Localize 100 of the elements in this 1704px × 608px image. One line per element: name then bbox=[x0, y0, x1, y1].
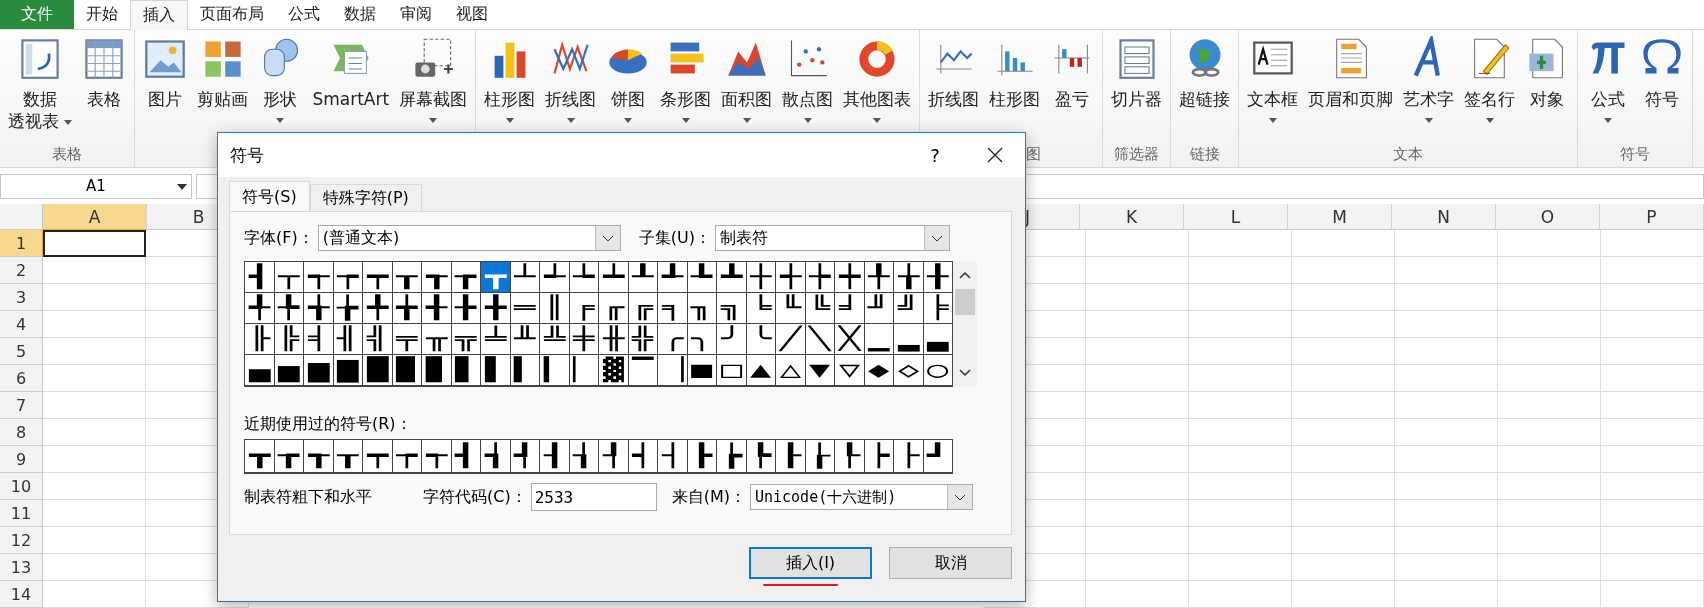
symbol-cell[interactable]: ╪ bbox=[569, 324, 599, 355]
file-menu-tab[interactable]: 文件 bbox=[0, 0, 74, 30]
symbol-cell[interactable]: ╁ bbox=[894, 262, 924, 293]
sheet-cell[interactable] bbox=[1292, 554, 1395, 581]
ribbon-button[interactable]: 其他图表 bbox=[838, 34, 917, 126]
scroll-thumb[interactable] bbox=[955, 289, 975, 315]
sheet-cell[interactable] bbox=[43, 500, 146, 527]
recent-symbol[interactable]: ┧ bbox=[569, 440, 599, 473]
sheet-cell[interactable] bbox=[1086, 230, 1189, 257]
recent-symbol[interactable]: ┪ bbox=[481, 440, 511, 473]
symbol-cell[interactable]: ╃ bbox=[245, 293, 275, 324]
sheet-cell[interactable] bbox=[1086, 311, 1189, 338]
sheet-cell[interactable] bbox=[1601, 581, 1704, 608]
symbol-cell[interactable]: ╡ bbox=[304, 324, 334, 355]
symbol-cell[interactable]: ╧ bbox=[481, 324, 511, 355]
symbol-cell[interactable]: ┿ bbox=[835, 262, 865, 293]
sheet-cell[interactable] bbox=[1086, 473, 1189, 500]
recent-symbol[interactable]: ┳ bbox=[245, 440, 275, 473]
sheet-cell[interactable] bbox=[43, 581, 146, 608]
sheet-cell[interactable] bbox=[1292, 284, 1395, 311]
sheet-cell[interactable] bbox=[1601, 365, 1704, 392]
symbol-cell[interactable]: ┺ bbox=[687, 262, 717, 293]
symbol-cell[interactable]: ┯ bbox=[363, 262, 393, 293]
sheet-cell[interactable] bbox=[1189, 554, 1292, 581]
row-header[interactable]: 12 bbox=[0, 527, 43, 554]
recent-symbol[interactable]: ┲ bbox=[274, 440, 304, 473]
symbol-cell[interactable]: △ bbox=[776, 355, 806, 386]
row-header[interactable]: 10 bbox=[0, 473, 43, 500]
symbol-cell[interactable]: ╔ bbox=[628, 293, 658, 324]
sheet-cell[interactable] bbox=[1601, 338, 1704, 365]
sheet-cell[interactable] bbox=[1292, 257, 1395, 284]
cancel-button[interactable]: 取消 bbox=[889, 547, 1012, 579]
symbol-cell[interactable]: ╦ bbox=[451, 324, 481, 355]
symbol-cell[interactable]: ╒ bbox=[569, 293, 599, 324]
symbol-cell[interactable]: ╮ bbox=[687, 324, 717, 355]
symbol-cell[interactable]: ▁ bbox=[864, 324, 894, 355]
sheet-cell[interactable] bbox=[1601, 446, 1704, 473]
symbol-cell[interactable]: ┶ bbox=[569, 262, 599, 293]
symbol-cell[interactable]: ▕ bbox=[658, 355, 688, 386]
symbol-cell[interactable]: ╩ bbox=[540, 324, 570, 355]
ribbon-tab[interactable]: 数据 bbox=[332, 0, 388, 30]
ribbon-tab[interactable]: 公式 bbox=[276, 0, 332, 30]
sheet-cell[interactable] bbox=[1395, 365, 1498, 392]
sheet-cell[interactable] bbox=[1498, 338, 1601, 365]
recent-symbol[interactable]: ┨ bbox=[540, 440, 570, 473]
symbol-cell[interactable]: ╚ bbox=[805, 293, 835, 324]
symbol-cell[interactable]: ■ bbox=[687, 355, 717, 386]
symbol-cell[interactable]: ╓ bbox=[599, 293, 629, 324]
sheet-cell[interactable] bbox=[1395, 446, 1498, 473]
sheet-cell[interactable] bbox=[43, 554, 146, 581]
column-header[interactable]: O bbox=[1496, 204, 1600, 230]
symbol-cell[interactable]: ╇ bbox=[363, 293, 393, 324]
symbol-cell[interactable]: ▏ bbox=[569, 355, 599, 386]
symbol-cell[interactable]: ╙ bbox=[776, 293, 806, 324]
sheet-cell[interactable] bbox=[1189, 473, 1292, 500]
symbol-cell[interactable]: ▎ bbox=[540, 355, 570, 386]
symbol-cell[interactable]: ▋ bbox=[451, 355, 481, 386]
symbol-cell[interactable]: ╀ bbox=[864, 262, 894, 293]
from-select[interactable]: Unicode(十六进制) bbox=[749, 484, 973, 510]
row-header[interactable]: 7 bbox=[0, 392, 43, 419]
recent-symbol[interactable]: ┮ bbox=[392, 440, 422, 473]
name-box[interactable]: A1 bbox=[0, 173, 192, 199]
symbol-cell[interactable]: ▉ bbox=[392, 355, 422, 386]
symbol-cell[interactable]: ╘ bbox=[746, 293, 776, 324]
recent-symbol[interactable]: ┢ bbox=[717, 440, 747, 473]
symbol-cell[interactable]: ▍ bbox=[510, 355, 540, 386]
symbol-cell[interactable]: ╨ bbox=[510, 324, 540, 355]
symbol-cell[interactable]: ┰ bbox=[392, 262, 422, 293]
sheet-cell[interactable] bbox=[1189, 527, 1292, 554]
ribbon-button[interactable]: 散点图 bbox=[777, 34, 839, 126]
symbol-cell[interactable]: ╱ bbox=[776, 324, 806, 355]
sheet-cell[interactable] bbox=[1498, 419, 1601, 446]
sheet-cell[interactable] bbox=[1498, 527, 1601, 554]
sheet-cell[interactable] bbox=[1498, 446, 1601, 473]
symbol-cell[interactable]: ╞ bbox=[923, 293, 953, 324]
sheet-cell[interactable] bbox=[1292, 473, 1395, 500]
sheet-cell[interactable] bbox=[1086, 365, 1189, 392]
symbol-cell[interactable]: ┻ bbox=[717, 262, 747, 293]
symbol-cell[interactable]: ╖ bbox=[687, 293, 717, 324]
ribbon-button[interactable]: 超链接 bbox=[1174, 34, 1236, 113]
ribbon-button[interactable]: SmartArt bbox=[307, 34, 395, 113]
sheet-cell[interactable] bbox=[1086, 284, 1189, 311]
symbol-cell[interactable]: □ bbox=[717, 355, 747, 386]
symbol-cell[interactable]: ╥ bbox=[422, 324, 452, 355]
sheet-cell[interactable] bbox=[1498, 311, 1601, 338]
symbol-cell[interactable]: ╲ bbox=[805, 324, 835, 355]
symbol-cell[interactable]: ┹ bbox=[658, 262, 688, 293]
sheet-cell[interactable] bbox=[1395, 230, 1498, 257]
symbol-cell[interactable]: ╫ bbox=[599, 324, 629, 355]
symbol-cell[interactable]: ▊ bbox=[422, 355, 452, 386]
sheet-cell[interactable] bbox=[1498, 365, 1601, 392]
ribbon-button[interactable]: 数据 透视表 bbox=[3, 34, 78, 135]
recent-symbol[interactable]: ┟ bbox=[805, 440, 835, 473]
sheet-cell[interactable] bbox=[1292, 527, 1395, 554]
sheet-cell[interactable] bbox=[1189, 419, 1292, 446]
symbol-cell[interactable]: ▆ bbox=[304, 355, 334, 386]
symbol-cell[interactable]: ▂ bbox=[894, 324, 924, 355]
row-header[interactable]: 4 bbox=[0, 311, 43, 338]
symbol-cell[interactable]: ╠ bbox=[274, 324, 304, 355]
row-header[interactable]: 11 bbox=[0, 500, 43, 527]
